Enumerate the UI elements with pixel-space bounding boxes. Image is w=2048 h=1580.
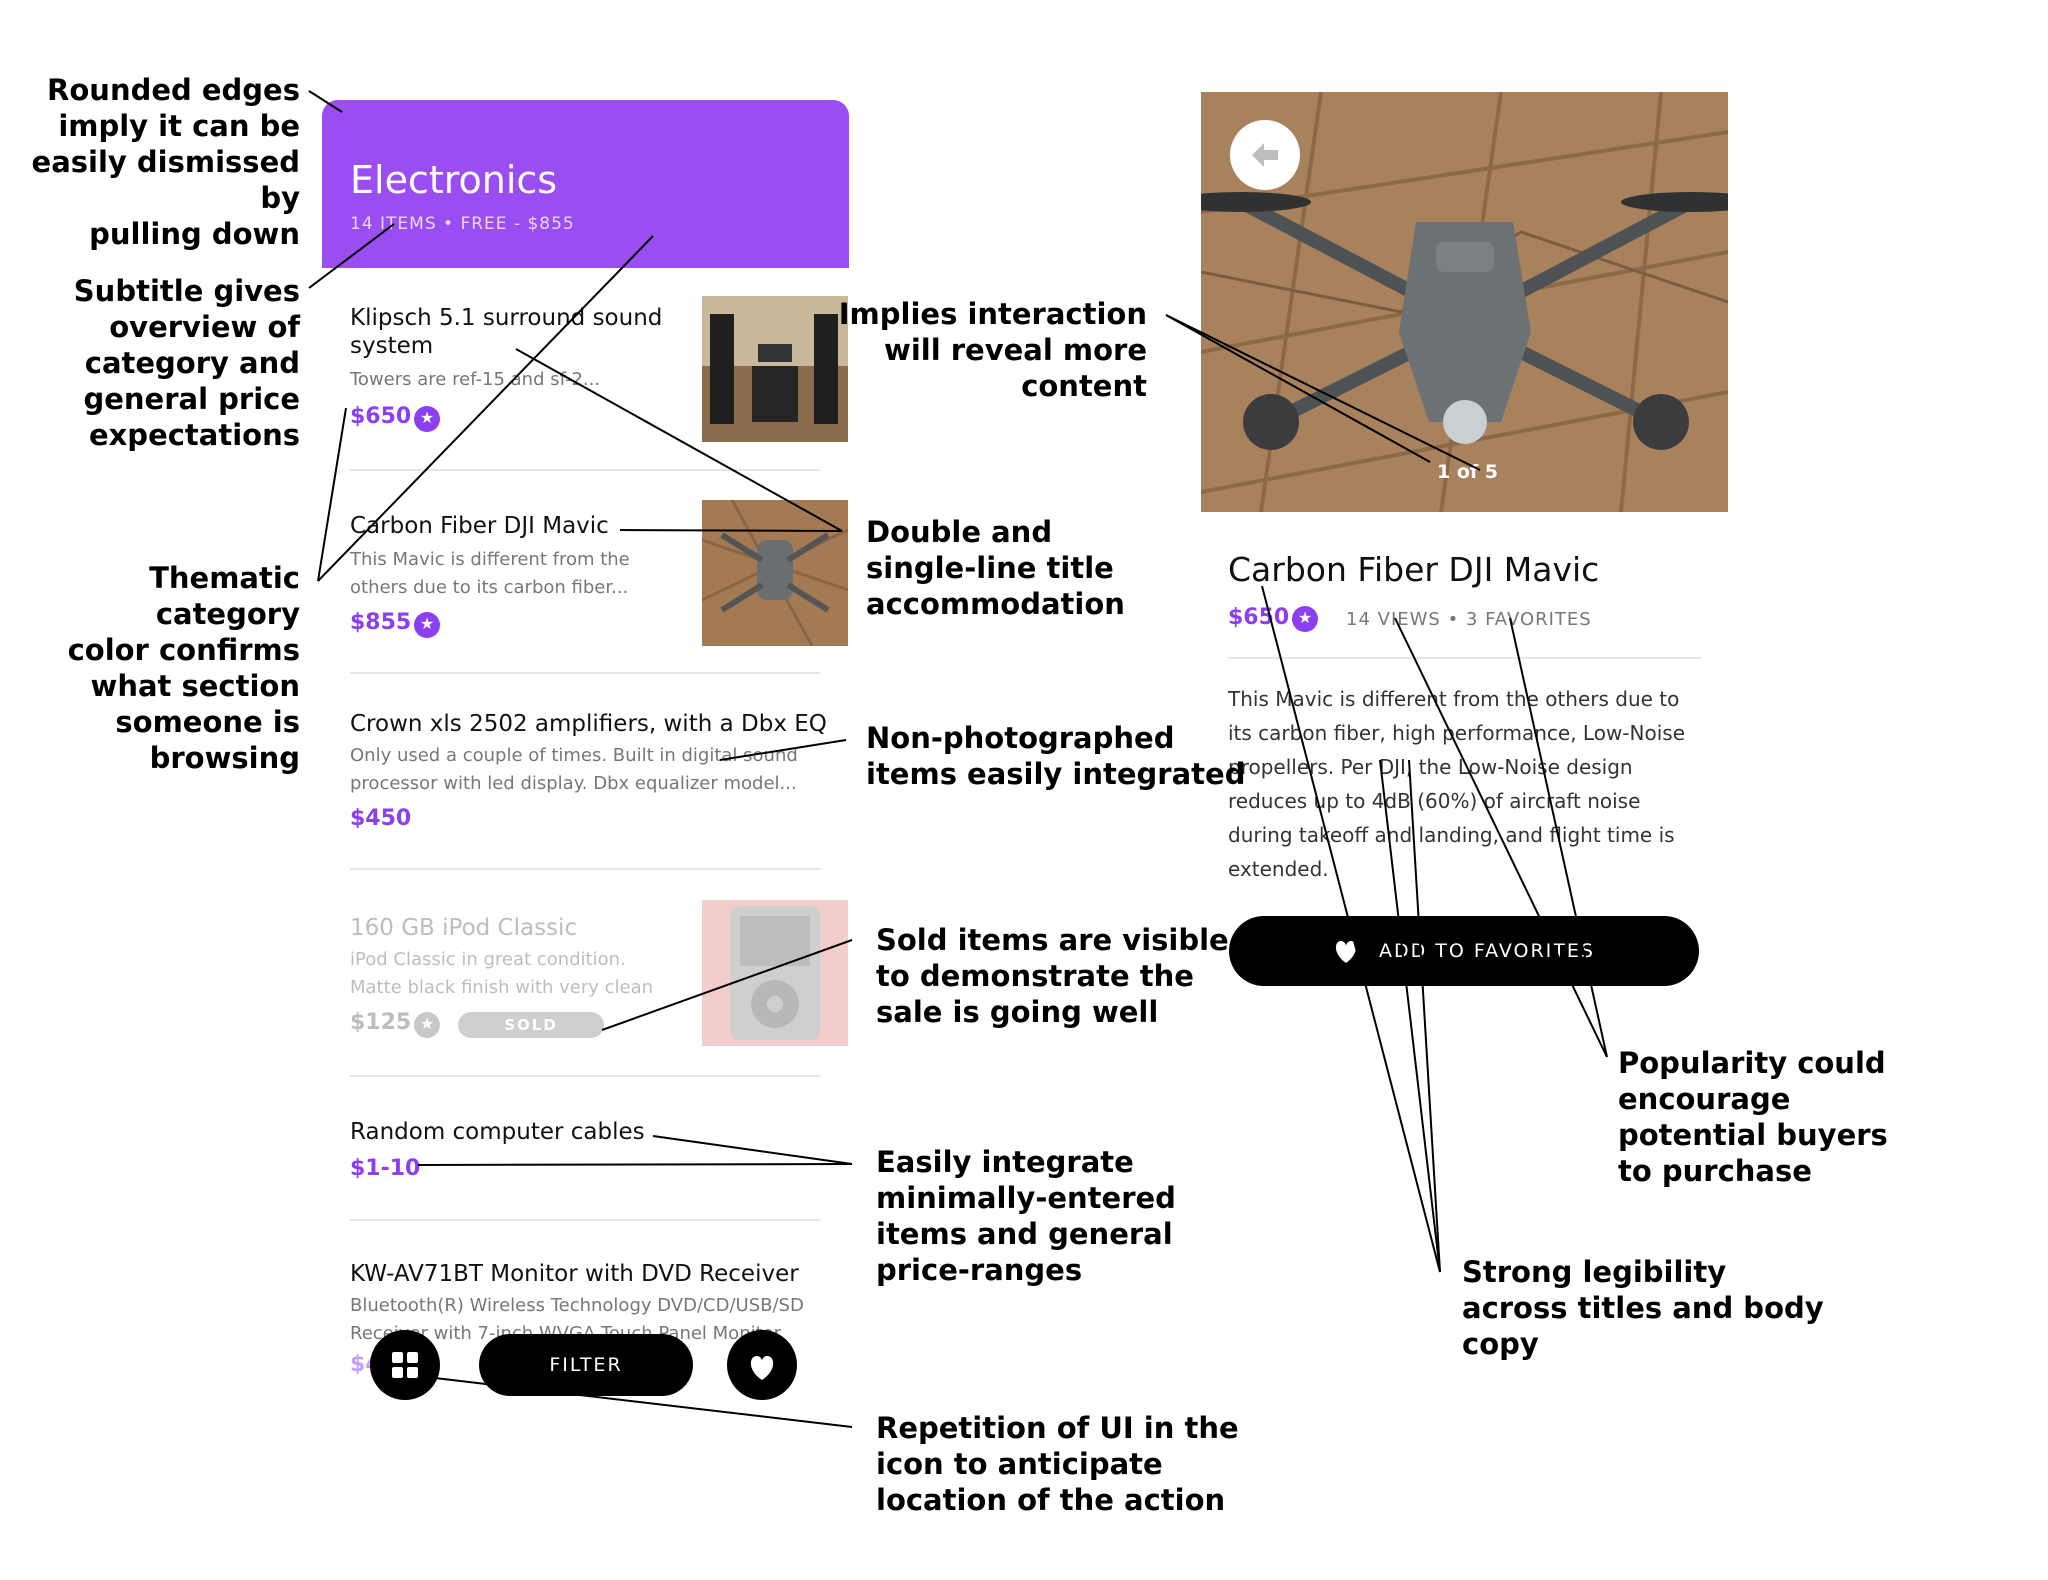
- item-title: Crown xls 2502 amplifiers, with a Dbx EQ: [350, 711, 827, 737]
- list-item[interactable]: Carbon Fiber DJI Mavic This Mavic is dif…: [350, 500, 848, 650]
- sold-badge: SOLD: [458, 1012, 604, 1038]
- annotation-popularity: Popularity could encourage potential buy…: [1618, 1046, 1888, 1188]
- item-description: This Mavic is different from the others …: [1228, 687, 1685, 881]
- annotation-rounded-edges: Rounded edges imply it can be easily dis…: [31, 73, 300, 251]
- annotation-double-title: Double and single-line title accommodati…: [866, 515, 1125, 621]
- item-title: 160 GB iPod Classic: [350, 915, 578, 941]
- annotation-thematic-color: Thematic category color confirms what se…: [67, 561, 300, 775]
- annotation-subtitle: Subtitle gives overview of category and …: [73, 274, 300, 452]
- drone-thumbnail: [702, 500, 848, 646]
- item-price: $125: [350, 1010, 412, 1035]
- item-title: Carbon Fiber DJI Mavic: [350, 513, 609, 539]
- divider: [350, 469, 820, 471]
- category-title: Electronics: [350, 158, 558, 202]
- item-description: This Mavic is different from the others …: [350, 549, 630, 598]
- heart-icon: [1335, 941, 1357, 963]
- item-price: $855: [350, 610, 412, 635]
- annotation-non-photographed: Non-photographed items easily integrated: [866, 721, 1246, 791]
- item-description: iPod Classic in great condition. Matte b…: [350, 949, 654, 998]
- item-detail-screen: 1 of 5 Carbon Fiber DJI Mavic $650 ★ 14 …: [1201, 92, 1728, 1030]
- ipod-thumbnail: [702, 900, 848, 1046]
- annotation-minimal-items: Easily integrate minimally-entered items…: [876, 1145, 1176, 1287]
- item-title: Klipsch 5.1 surround sound system: [350, 305, 663, 359]
- grid-icon: [392, 1352, 418, 1378]
- item-title: Random computer cables: [350, 1119, 645, 1145]
- heart-icon: [750, 1356, 774, 1380]
- annotation-implies-interaction: Implies interaction will reveal more con…: [838, 297, 1147, 403]
- list-item[interactable]: Random computer cables $1-10: [350, 1100, 820, 1210]
- grid-view-button[interactable]: [370, 1330, 440, 1400]
- add-to-favorites-label: ADD TO FAVORITES: [1379, 940, 1595, 962]
- list-item-sold[interactable]: 160 GB iPod Classic iPod Classic in grea…: [350, 900, 848, 1050]
- item-price: $1-10: [350, 1156, 421, 1181]
- divider: [350, 672, 820, 674]
- back-arrow-icon: [1252, 143, 1278, 167]
- divider: [350, 868, 820, 870]
- featured-star-icon: ★: [414, 612, 440, 638]
- filter-button[interactable]: FILTER: [479, 1334, 693, 1396]
- item-description: Only used a couple of times. Built in di…: [350, 745, 798, 794]
- favorites-button[interactable]: [727, 1330, 797, 1400]
- item-price: $650: [350, 404, 412, 429]
- photo-counter: 1 of 5: [1437, 461, 1498, 483]
- divider: [1228, 657, 1702, 659]
- featured-star-icon: ★: [414, 1012, 440, 1038]
- electronics-list-screen: Electronics 14 ITEMS • FREE - $855 Klips…: [322, 100, 849, 1443]
- annotation-sold-items: Sold items are visible to demonstrate th…: [876, 923, 1229, 1029]
- featured-star-icon: ★: [414, 406, 440, 432]
- speakers-thumbnail: [702, 296, 848, 442]
- item-photo-carousel[interactable]: 1 of 5: [1201, 92, 1728, 512]
- item-title: KW-AV71BT Monitor with DVD Receiver: [350, 1261, 799, 1287]
- item-price: $650: [1228, 605, 1290, 630]
- featured-star-icon: ★: [1292, 606, 1318, 632]
- item-price: $450: [350, 806, 412, 831]
- back-button[interactable]: [1230, 120, 1300, 190]
- item-stats: 14 VIEWS • 3 FAVORITES: [1346, 609, 1592, 630]
- category-subtitle: 14 ITEMS • FREE - $855: [350, 214, 575, 234]
- annotation-legibility: Strong legibility across titles and body…: [1462, 1255, 1824, 1361]
- annotation-repetition: Repetition of UI in the icon to anticipa…: [876, 1411, 1239, 1517]
- list-item[interactable]: Crown xls 2502 amplifiers, with a Dbx EQ…: [350, 696, 827, 846]
- category-header[interactable]: Electronics 14 ITEMS • FREE - $855: [322, 100, 849, 268]
- add-to-favorites-button[interactable]: ADD TO FAVORITES: [1229, 916, 1699, 986]
- item-title: Carbon Fiber DJI Mavic: [1228, 550, 1600, 589]
- item-description: Towers are ref-15 and sf-2...: [350, 369, 601, 390]
- list-item[interactable]: Klipsch 5.1 surround sound system Towers…: [350, 296, 848, 446]
- divider: [350, 1219, 820, 1221]
- divider: [350, 1075, 820, 1077]
